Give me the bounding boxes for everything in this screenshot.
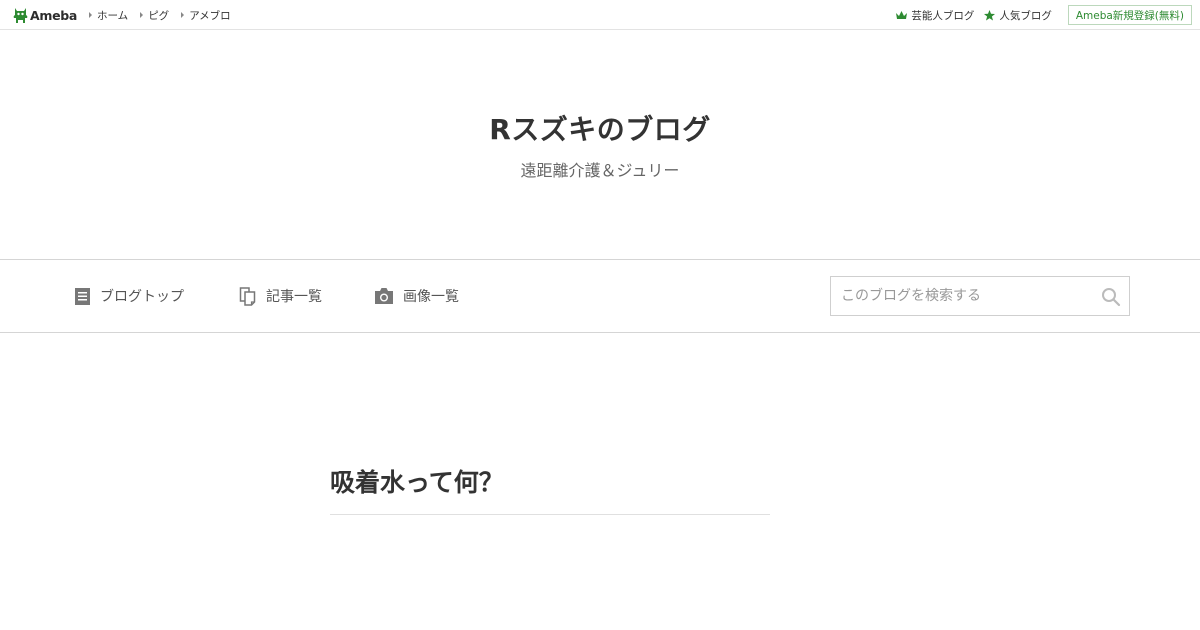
logo-text: Ameba bbox=[30, 8, 78, 23]
popular-blog-link[interactable]: 人気ブログ bbox=[984, 8, 1052, 23]
triangle-right-icon bbox=[181, 12, 185, 18]
global-header-right: 芸能人ブログ 人気ブログ Ameba新規登録(無料) bbox=[896, 0, 1192, 30]
blog-nav: ブログトップ 記事一覧 画像一覧 bbox=[0, 259, 1200, 333]
search-button[interactable] bbox=[1101, 287, 1121, 307]
blog-search bbox=[830, 276, 1130, 316]
crown-icon bbox=[896, 10, 908, 19]
triangle-right-icon bbox=[140, 12, 144, 18]
global-header: Ameba ホーム ピグ アメブロ 芸能人ブログ 人気ブログ Ameba新規登録… bbox=[0, 0, 1200, 30]
star-icon bbox=[984, 9, 996, 20]
ameba-mascot-icon bbox=[13, 7, 28, 23]
ameba-logo[interactable]: Ameba bbox=[13, 6, 77, 25]
global-nav-home[interactable]: ホーム bbox=[89, 8, 128, 23]
search-icon bbox=[1102, 288, 1121, 307]
document-icon bbox=[75, 287, 90, 305]
triangle-right-icon bbox=[89, 12, 92, 18]
celebrity-blog-label: 芸能人ブログ bbox=[911, 9, 975, 22]
global-nav-ameblo[interactable]: アメブロ bbox=[181, 8, 231, 23]
global-nav-label: アメブロ bbox=[189, 9, 231, 22]
blog-nav-top[interactable]: ブログトップ bbox=[74, 260, 184, 332]
blog-nav-top-label: ブログトップ bbox=[100, 289, 184, 305]
blog-title[interactable]: Rスズキのブログ bbox=[0, 108, 1200, 148]
article-title[interactable]: 吸着水って何？ bbox=[330, 463, 504, 499]
blog-nav-images-label: 画像一覧 bbox=[403, 289, 459, 305]
global-nav-label: ホーム bbox=[97, 9, 129, 22]
blog-nav-entries[interactable]: 記事一覧 bbox=[239, 260, 322, 332]
search-input[interactable] bbox=[831, 277, 1093, 315]
blog-description: 遠距離介護＆ジュリー bbox=[520, 161, 680, 180]
celebrity-blog-link[interactable]: 芸能人ブログ bbox=[896, 8, 974, 23]
global-nav: ホーム ピグ アメブロ bbox=[89, 0, 243, 30]
signup-button[interactable]: Ameba新規登録(無料) bbox=[1067, 5, 1192, 25]
camera-icon bbox=[375, 288, 393, 304]
global-nav-pigg[interactable]: ピグ bbox=[140, 8, 169, 23]
global-nav-label: ピグ bbox=[148, 9, 170, 22]
copy-document-icon bbox=[239, 286, 256, 306]
divider bbox=[330, 514, 770, 515]
blog-nav-images[interactable]: 画像一覧 bbox=[374, 260, 459, 332]
blog-nav-entries-label: 記事一覧 bbox=[266, 289, 322, 305]
popular-blog-label: 人気ブログ bbox=[999, 9, 1052, 22]
